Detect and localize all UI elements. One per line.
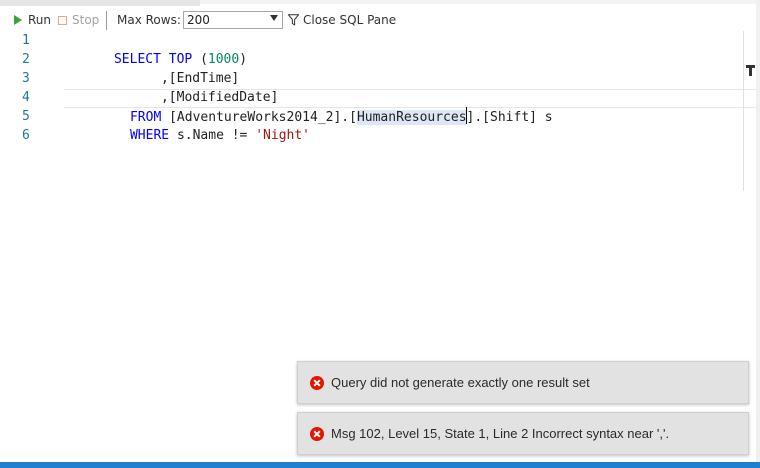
notification-message: Query did not generate exactly one resul… bbox=[331, 375, 590, 390]
code-line[interactable]: 5 WHERE s.Name != 'Night' bbox=[0, 107, 760, 143]
stop-button[interactable]: Stop bbox=[58, 8, 99, 32]
filter-icon bbox=[288, 14, 299, 26]
error-icon bbox=[310, 426, 324, 441]
line-number: 3 bbox=[22, 71, 30, 86]
play-icon bbox=[14, 15, 22, 25]
notification-message: Msg 102, Level 15, State 1, Line 2 Incor… bbox=[331, 426, 670, 441]
tab-strip bbox=[0, 0, 760, 6]
query-toolbar: Run Stop Max Rows: 200 Close SQL Pane bbox=[0, 8, 760, 32]
line-number: 4 bbox=[22, 90, 30, 105]
code-line[interactable]: 2 ,[EndTime] bbox=[0, 50, 760, 86]
status-bar bbox=[0, 462, 760, 468]
close-sql-pane-button[interactable]: Close SQL Pane bbox=[288, 8, 396, 32]
error-icon bbox=[310, 375, 324, 390]
stop-icon bbox=[58, 15, 67, 25]
run-label: Run bbox=[28, 13, 52, 27]
toolbar-separator bbox=[106, 11, 107, 30]
error-notification[interactable]: Msg 102, Level 15, State 1, Line 2 Incor… bbox=[297, 412, 749, 455]
code-line[interactable]: 6 bbox=[0, 126, 760, 145]
scroll-position-marker[interactable] bbox=[746, 65, 755, 76]
max-rows-value: 200 bbox=[187, 13, 210, 27]
window-right-edge bbox=[756, 0, 760, 468]
line-number: 5 bbox=[22, 109, 30, 124]
run-button[interactable]: Run bbox=[14, 8, 51, 32]
marker-stem bbox=[749, 68, 752, 76]
code-line[interactable]: 3 ,[ModifiedDate] bbox=[0, 69, 760, 105]
max-rows-select[interactable]: 200 bbox=[183, 11, 283, 29]
line-number: 6 bbox=[22, 128, 30, 143]
chevron-down-icon[interactable] bbox=[270, 15, 278, 21]
line-number: 2 bbox=[22, 52, 30, 67]
code-line[interactable]: 1 SELECT TOP (1000) bbox=[0, 31, 760, 67]
line-number: 1 bbox=[22, 33, 30, 48]
code-line[interactable]: 4 FROM [AdventureWorks2014_2].[HumanReso… bbox=[0, 88, 760, 125]
max-rows-label: Max Rows: bbox=[117, 13, 181, 27]
error-notification[interactable]: Query did not generate exactly one resul… bbox=[297, 361, 749, 404]
sql-editor[interactable]: 1 SELECT TOP (1000) 2 ,[EndTime] 3 ,[Mod… bbox=[0, 31, 760, 151]
tab-strip-fill bbox=[200, 0, 760, 4]
active-tab-edge bbox=[0, 0, 200, 6]
stop-label: Stop bbox=[72, 13, 100, 27]
close-sql-pane-label: Close SQL Pane bbox=[303, 13, 397, 27]
